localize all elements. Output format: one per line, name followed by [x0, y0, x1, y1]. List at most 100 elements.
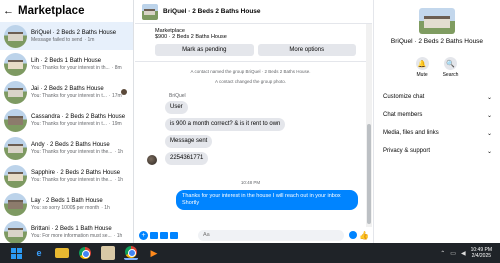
conversation-time: · 17m: [108, 92, 122, 99]
conversation-time: · 1h: [114, 148, 124, 155]
seen-avatar: [121, 89, 127, 95]
conversation-preview: You: Thanks for your interest in the...: [31, 176, 113, 183]
chrome-icon[interactable]: [78, 246, 92, 260]
windows-taskbar: e ▶ ⌃ ▭ ◀ 10:49 PM 2/4/2025: [0, 243, 500, 263]
conversation-time: · 1h: [101, 204, 110, 211]
conversation-sidebar: ← Marketplace BriQuel · 2 Beds 2 Baths H…: [0, 0, 134, 243]
system-note: A contact changed the group photo.: [214, 79, 287, 84]
chevron-down-icon: ⌄: [486, 112, 492, 119]
conversation-time: · 1h: [114, 176, 124, 183]
conversation-time: · 8m: [111, 64, 122, 71]
chevron-down-icon: ⌄: [486, 148, 492, 155]
conversation-preview: You: Thanks for your interest in the...: [31, 148, 113, 155]
network-icon[interactable]: ▭: [450, 250, 456, 257]
bell-icon: 🔔: [415, 57, 429, 70]
chat-title: BriQuel · 2 Beds 2 Baths House: [163, 8, 261, 15]
incoming-message[interactable]: Message sent: [165, 135, 213, 148]
divider: [135, 61, 366, 62]
more-options-button[interactable]: More options: [257, 44, 356, 56]
search-button[interactable]: 🔍 Search: [442, 57, 459, 78]
media-player-icon[interactable]: ▶: [147, 246, 161, 260]
conversation-name: Lih · 2 Beds 1 Bath House: [31, 57, 102, 64]
listing-thumbnail: [4, 136, 27, 160]
conversation-preview: You: Thanks for your interest in th...: [31, 64, 110, 71]
conversation-name: Jai · 2 Beds 2 Baths House: [31, 85, 104, 92]
conversation-preview: You: Thanks for your interest in t...: [31, 92, 107, 99]
listing-thumbnail: [4, 24, 27, 48]
chevron-down-icon: ⌄: [486, 94, 492, 101]
image-icon[interactable]: [150, 231, 158, 239]
conversation-preview: You: For more information must se...: [31, 232, 112, 239]
photos-icon[interactable]: [101, 246, 115, 260]
message-composer: + 👍: [135, 227, 372, 243]
info-title: BriQuel · 2 Beds 2 Baths House: [390, 38, 484, 45]
incoming-message[interactable]: User: [165, 101, 188, 114]
listing-thumbnail: [4, 192, 27, 216]
windows-start-icon[interactable]: [9, 246, 23, 260]
plus-icon[interactable]: +: [139, 230, 148, 240]
listing-photo[interactable]: [419, 8, 455, 34]
conversation-preview: You: Thanks for your interest in t...: [31, 120, 107, 127]
message-input[interactable]: [198, 229, 344, 241]
conversation-preview: You: so sorry 1000$ per month: [31, 204, 100, 211]
listing-thumbnail: [4, 52, 27, 76]
chat-scrollbar[interactable]: [366, 24, 372, 227]
scrollbar-thumb[interactable]: [367, 124, 371, 224]
thumbs-up-icon[interactable]: 👍: [359, 231, 369, 240]
listing-banner: Marketplace $900 · 2 Beds 2 Baths House …: [135, 24, 366, 56]
sticker-icon[interactable]: [160, 231, 168, 239]
chat-thumbnail: [142, 3, 158, 20]
listing-thumbnail: [4, 220, 27, 243]
chrome-icon-active[interactable]: [124, 246, 138, 260]
conversation-name: Lay · 2 Beds 1 Bath House: [31, 197, 103, 204]
conversation-name: Cassandra · 2 Beds 2 Baths House: [31, 113, 126, 120]
emoji-icon[interactable]: [349, 231, 357, 239]
listing-thumbnail: [4, 164, 27, 188]
menu-media-files-links[interactable]: Media, files and links ⌄: [374, 124, 500, 142]
incoming-message[interactable]: is 900 a month correct? & is it rent to …: [165, 118, 286, 131]
sidebar-header: ← Marketplace: [0, 0, 133, 22]
chat-header[interactable]: BriQuel · 2 Beds 2 Baths House: [135, 0, 372, 24]
system-clock[interactable]: 10:49 PM 2/4/2025: [471, 247, 492, 259]
mark-as-pending-button[interactable]: Mark as pending: [155, 44, 254, 56]
conversation-time: · 1h: [113, 232, 123, 239]
conversation-item[interactable]: Brittani · 2 Beds 1 Bath House You: For …: [0, 218, 133, 243]
incoming-message[interactable]: 2254361771: [165, 152, 209, 165]
conversation-preview: Message failed to send: [31, 36, 83, 43]
internet-explorer-icon[interactable]: e: [32, 246, 46, 260]
message-timestamp: 10:48 PM: [240, 180, 261, 185]
system-tray: ⌃ ▭ ◀ 10:49 PM 2/4/2025: [440, 247, 500, 259]
mute-button[interactable]: 🔔 Mute: [415, 57, 429, 78]
chat-info-panel: BriQuel · 2 Beds 2 Baths House 🔔 Mute 🔍 …: [373, 0, 500, 243]
message-list: Marketplace $900 · 2 Beds 2 Baths House …: [135, 24, 366, 227]
conversation-item[interactable]: Andy · 2 Beds 2 Baths House You: Thanks …: [0, 134, 133, 162]
conversation-item[interactable]: Lay · 2 Beds 1 Bath House You: so sorry …: [0, 190, 133, 218]
menu-chat-members[interactable]: Chat members ⌄: [374, 106, 500, 124]
chat-panel: BriQuel · 2 Beds 2 Baths House Marketpla…: [135, 0, 372, 243]
file-explorer-icon[interactable]: [55, 248, 69, 258]
conversation-item[interactable]: Sapphire · 2 Beds 2 Baths House You: Tha…: [0, 162, 133, 190]
conversation-item[interactable]: BriQuel · 2 Beds 2 Baths House Message f…: [0, 22, 133, 50]
volume-icon[interactable]: ◀: [461, 250, 466, 257]
conversation-time: · 19m: [108, 120, 122, 127]
search-icon: 🔍: [444, 57, 457, 70]
conversation-name: Sapphire · 2 Beds 2 Baths House: [31, 169, 121, 176]
back-arrow-icon[interactable]: ←: [3, 5, 15, 17]
system-note: A contact named the group BriQuel · 2 Be…: [190, 69, 311, 74]
conversation-item[interactable]: Lih · 2 Beds 1 Bath House You: Thanks fo…: [0, 50, 133, 78]
chevron-down-icon: ⌄: [486, 130, 492, 137]
search-label: Search: [442, 72, 459, 78]
conversation-name: Andy · 2 Beds 2 Baths House: [31, 141, 110, 148]
tray-arrow-icon[interactable]: ⌃: [440, 250, 445, 257]
conversation-item[interactable]: Jai · 2 Beds 2 Baths House You: Thanks f…: [0, 78, 133, 106]
menu-customize-chat[interactable]: Customize chat ⌄: [374, 88, 500, 106]
gif-icon[interactable]: [170, 231, 178, 239]
sidebar-title: Marketplace: [18, 5, 85, 17]
sender-avatar[interactable]: [147, 155, 157, 165]
conversation-item[interactable]: Cassandra · 2 Beds 2 Baths House You: Th…: [0, 106, 133, 134]
menu-privacy-support[interactable]: Privacy & support ⌄: [374, 142, 500, 160]
outgoing-message[interactable]: Thanks for your interest in the house I …: [176, 190, 358, 210]
conversation-name: Brittani · 2 Beds 1 Bath House: [31, 225, 112, 232]
conversation-name: BriQuel · 2 Beds 2 Baths House: [31, 29, 117, 36]
sender-name: BriQuel: [169, 93, 186, 99]
